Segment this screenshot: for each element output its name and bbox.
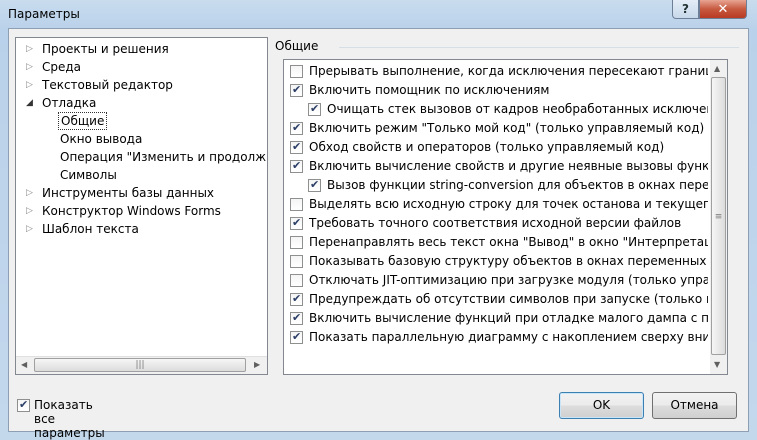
option-step-over-properties[interactable]: Обход свойств и операторов (только управ… [284, 138, 708, 157]
option-raw-structure[interactable]: Показывать базовую структуру объектов в … [284, 252, 708, 271]
checkbox[interactable] [290, 311, 303, 325]
checkbox[interactable] [290, 83, 303, 97]
tree-item-label: Отладка [42, 96, 97, 110]
option-label: Включить вычисление функций при отладке … [309, 311, 708, 325]
checkbox[interactable] [290, 198, 303, 211]
option-redirect-output[interactable]: Перенаправлять весь текст окна "Вывод" в… [284, 233, 708, 252]
option-just-my-code[interactable]: Включить режим "Только мой код" (только … [284, 119, 708, 138]
option-label: Вызов функции string-conversion для объе… [327, 178, 708, 192]
expand-arrow-icon[interactable]: ▷ [26, 184, 36, 202]
option-break-on-appdomain[interactable]: Прерывать выполнение, когда исключения п… [284, 62, 708, 81]
option-suppress-jit[interactable]: Отключать JIT-оптимизацию при загрузке м… [284, 271, 708, 290]
cancel-button[interactable]: Отмена [652, 392, 737, 419]
option-label: Перенаправлять весь текст окна "Вывод" в… [309, 235, 708, 249]
expand-arrow-icon[interactable]: ▷ [26, 220, 36, 238]
tree-item-label: Конструктор Windows Forms [42, 204, 221, 218]
tree-item-label: Окно вывода [60, 132, 143, 146]
checkbox[interactable] [290, 159, 303, 173]
option-label: Включить режим "Только мой код" (только … [309, 121, 705, 135]
checkbox[interactable] [290, 255, 303, 268]
show-all-label: Показать все параметры [34, 398, 105, 440]
checkbox[interactable] [290, 236, 303, 249]
close-icon: ✕ [717, 1, 729, 17]
tree-item-label: Среда [42, 60, 82, 74]
option-label: Очищать стек вызовов от кадров необработ… [327, 102, 708, 116]
checkbox[interactable] [308, 102, 321, 116]
expand-arrow-icon[interactable]: ▷ [26, 40, 36, 58]
scroll-down-icon[interactable]: ▼ [714, 360, 720, 369]
option-label: Показывать базовую структуру объектов в … [309, 254, 707, 268]
option-label: Включить помощник по исключениям [309, 83, 550, 97]
title-bar: Параметры ? ✕ [0, 0, 757, 28]
options-tree[interactable]: ▷ Проекты и решения ▷ Среда ▷ Текстовый … [15, 37, 268, 375]
checkbox[interactable] [290, 292, 303, 306]
tree-item-label: Текстовый редактор [42, 78, 173, 92]
expand-arrow-icon[interactable]: ▷ [26, 58, 36, 76]
group-separator [339, 47, 739, 48]
option-require-source-match[interactable]: Требовать точного соответствия исходной … [284, 214, 708, 233]
option-label: Требовать точного соответствия исходной … [309, 216, 682, 230]
tree-item-label: Проекты и решения [42, 42, 169, 56]
group-title: Общие [275, 39, 322, 53]
tree-item-label: Инструменты базы данных [42, 186, 215, 200]
checkbox[interactable] [290, 216, 303, 230]
option-label: Обход свойств и операторов (только управ… [309, 140, 665, 154]
checkbox[interactable] [308, 178, 321, 192]
expand-arrow-icon[interactable]: ▷ [26, 202, 36, 220]
help-icon: ? [682, 2, 689, 16]
scroll-right-icon[interactable]: ▶ [254, 360, 260, 369]
scroll-up-icon[interactable]: ▲ [714, 64, 720, 73]
option-unwind-call-stack[interactable]: Очищать стек вызовов от кадров необработ… [284, 100, 708, 119]
option-label: Предупреждать об отсутствии символов при… [309, 292, 708, 306]
checkbox[interactable] [290, 274, 303, 287]
option-label: Прерывать выполнение, когда исключения п… [309, 64, 708, 78]
ok-button[interactable]: OK [559, 392, 644, 419]
tree-item-label: Общие [58, 112, 108, 130]
option-exception-assistant[interactable]: Включить помощник по исключениям [284, 81, 708, 100]
options-vertical-scrollbar[interactable]: ▲ ≡ ▼ [710, 60, 727, 374]
expand-arrow-icon[interactable]: ▷ [26, 76, 36, 94]
collapse-arrow-icon[interactable]: ◢ [26, 94, 36, 112]
scroll-thumb[interactable]: ||| [34, 358, 246, 372]
tree-item-label: Символы [60, 168, 117, 182]
option-label: Включить вычисление свойств и другие нея… [309, 159, 708, 173]
checkbox[interactable] [290, 121, 303, 135]
option-string-conversion[interactable]: Вызов функции string-conversion для объе… [284, 176, 708, 195]
help-button[interactable]: ? [672, 0, 699, 19]
options-list[interactable]: Прерывать выполнение, когда исключения п… [283, 59, 728, 375]
scroll-thumb[interactable]: ≡ [711, 77, 726, 355]
option-label: Выделять всю исходную строку для точек о… [309, 197, 708, 211]
option-parallel-stacks[interactable]: Показать параллельную диаграмму с накопл… [284, 328, 708, 347]
tree-item-label: Шаблон текста [42, 222, 139, 236]
close-button[interactable]: ✕ [699, 0, 747, 19]
option-label: Отключать JIT-оптимизацию при загрузке м… [309, 273, 708, 287]
scroll-left-icon[interactable]: ◀ [21, 360, 27, 369]
checkbox[interactable] [290, 65, 303, 78]
option-property-evaluation[interactable]: Включить вычисление свойств и другие нея… [284, 157, 708, 176]
checkbox[interactable] [290, 140, 303, 154]
tree-item-label: Операция "Изменить и продолжить" [60, 150, 267, 164]
option-minidump-func-eval[interactable]: Включить вычисление функций при отладке … [284, 309, 708, 328]
option-label: Показать параллельную диаграмму с накопл… [309, 330, 708, 344]
show-all-checkbox[interactable] [17, 398, 30, 412]
checkbox[interactable] [290, 330, 303, 344]
tree-horizontal-scrollbar[interactable]: ◀ ||| ▶ [16, 356, 267, 374]
window-title: Параметры [8, 7, 80, 21]
option-warn-no-symbols[interactable]: Предупреждать об отсутствии символов при… [284, 290, 708, 309]
dialog-body: ▷ Проекты и решения ▷ Среда ▷ Текстовый … [8, 28, 749, 440]
option-highlight-source-line[interactable]: Выделять всю исходную строку для точек о… [284, 195, 708, 214]
